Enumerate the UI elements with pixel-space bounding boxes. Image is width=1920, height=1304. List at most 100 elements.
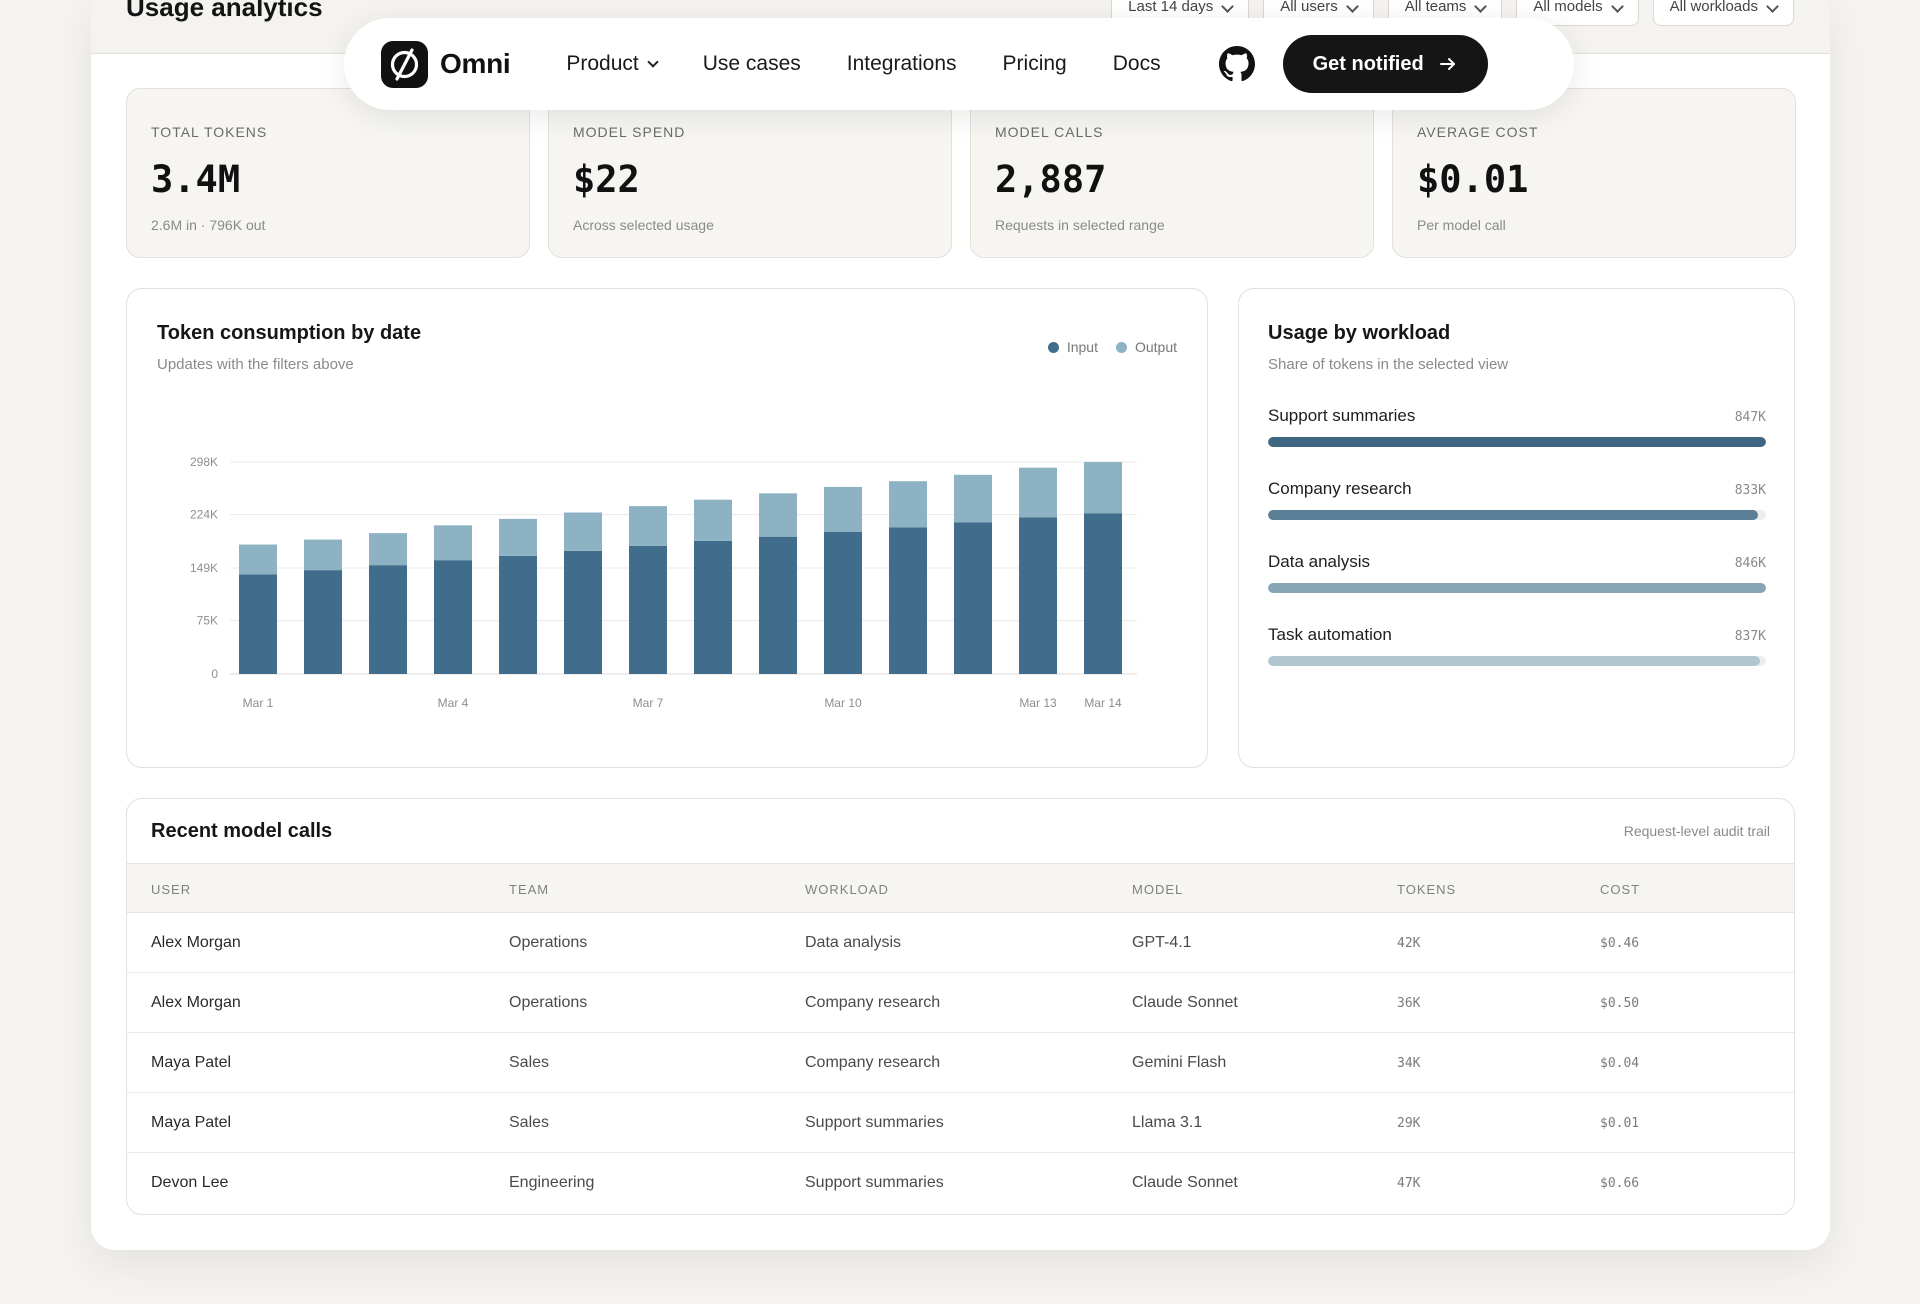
cell-tokens: 36K bbox=[1397, 996, 1421, 1011]
table-body: Alex Morgan Operations Data analysis GPT… bbox=[127, 913, 1794, 1213]
nav-links: Product Use cases Integrations Pricing D… bbox=[566, 52, 1160, 76]
nav-link-label: Docs bbox=[1112, 52, 1161, 75]
bar-segment-input bbox=[564, 550, 602, 674]
arrow-right-icon bbox=[1439, 58, 1455, 70]
cell-team: Operations bbox=[509, 994, 588, 1011]
table-row[interactable]: Maya Patel Sales Company research Gemini… bbox=[127, 1033, 1794, 1093]
y-tick-label: 224K bbox=[190, 508, 218, 522]
bar-segment-output bbox=[954, 474, 992, 523]
kpi-average-cost: Average cost $0.01 Per model call bbox=[1392, 88, 1796, 258]
bar-segment-output bbox=[759, 493, 797, 537]
kpi-value: $22 bbox=[573, 158, 640, 201]
bar-segment-output bbox=[304, 539, 342, 571]
cell-user: Alex Morgan bbox=[151, 934, 241, 951]
bar-segment-input bbox=[889, 527, 927, 674]
chevron-down-icon bbox=[647, 55, 659, 68]
cell-user: Maya Patel bbox=[151, 1114, 232, 1131]
kpi-label: Total tokens bbox=[151, 124, 268, 140]
recent-calls-card: Recent model calls Request-level audit t… bbox=[126, 798, 1795, 1215]
workload-title: Usage by workload bbox=[1268, 322, 1451, 344]
workload-value: 847K bbox=[1734, 410, 1766, 425]
table-row[interactable]: Devon Lee Engineering Support summaries … bbox=[127, 1153, 1794, 1213]
chevron-down-icon bbox=[1221, 0, 1235, 13]
column-header-workload: Workload bbox=[805, 882, 889, 897]
workload-value: 833K bbox=[1734, 483, 1766, 498]
workload-value: 846K bbox=[1734, 556, 1766, 571]
chevron-down-icon bbox=[1345, 0, 1359, 13]
x-tick-label: Mar 1 bbox=[243, 696, 274, 710]
bar-segment-input bbox=[694, 540, 732, 674]
workload-bar-track bbox=[1268, 437, 1766, 447]
brand-logo[interactable]: Omni bbox=[381, 40, 511, 88]
workload-bar-fill bbox=[1268, 437, 1766, 447]
kpi-subtext: Requests in selected range bbox=[995, 217, 1165, 233]
cell-cost: $0.04 bbox=[1600, 1056, 1640, 1071]
cell-model: Claude Sonnet bbox=[1132, 1174, 1238, 1191]
get-notified-button[interactable]: Get notified bbox=[1282, 35, 1488, 93]
table-note: Request-level audit trail bbox=[1623, 823, 1770, 839]
filter-workloads[interactable]: All workloads bbox=[1652, 0, 1794, 26]
bar-segment-output bbox=[629, 506, 667, 546]
kpi-subtext: Per model call bbox=[1417, 217, 1506, 233]
workload-value: 837K bbox=[1734, 629, 1766, 644]
nav-link-label: Pricing bbox=[1002, 52, 1067, 75]
cell-workload: Data analysis bbox=[805, 934, 902, 951]
table-row[interactable]: Maya Patel Sales Support summaries Llama… bbox=[127, 1093, 1794, 1153]
filter-label: Last 14 days bbox=[1128, 0, 1214, 15]
table-header: User Team Workload Model Tokens Cost bbox=[127, 863, 1794, 913]
cell-user: Alex Morgan bbox=[151, 994, 241, 1011]
bar-segment-output bbox=[889, 481, 927, 528]
workload-item: Task automation 837K bbox=[1268, 625, 1766, 698]
table-row[interactable]: Alex Morgan Operations Data analysis GPT… bbox=[127, 913, 1794, 973]
bar-segment-output bbox=[564, 512, 602, 551]
bar-segment-input bbox=[629, 545, 667, 674]
nav-link-label: Use cases bbox=[702, 52, 801, 75]
workload-name: Task automation bbox=[1268, 625, 1392, 644]
kpi-model-spend: Model spend $22 Across selected usage bbox=[548, 88, 952, 258]
bar-segment-output bbox=[434, 525, 472, 561]
cell-cost: $0.66 bbox=[1600, 1176, 1640, 1191]
token-chart-card: Token consumption by date Updates with t… bbox=[126, 288, 1208, 768]
cell-workload: Company research bbox=[805, 994, 941, 1011]
top-navigation: Omni Product Use cases Integrations Pric… bbox=[344, 18, 1574, 110]
dashboard-panel: Usage analytics Last 14 days All users A… bbox=[91, 0, 1830, 1250]
kpi-subtext: Across selected usage bbox=[573, 217, 714, 233]
github-icon[interactable] bbox=[1218, 46, 1255, 82]
bar-segment-input bbox=[304, 570, 342, 674]
page-title: Usage analytics bbox=[126, 0, 323, 22]
nav-link-integrations[interactable]: Integrations bbox=[847, 52, 957, 76]
workload-card: Usage by workload Share of tokens in the… bbox=[1238, 288, 1795, 768]
nav-link-docs[interactable]: Docs bbox=[1113, 52, 1161, 76]
bar-segment-output bbox=[694, 499, 732, 541]
omni-logo-icon bbox=[381, 40, 428, 88]
kpi-total-tokens: Total tokens 3.4M 2.6M in · 796K out bbox=[126, 88, 530, 258]
y-tick-label: 75K bbox=[197, 614, 218, 628]
bar-segment-input bbox=[824, 531, 862, 674]
x-tick-label: Mar 4 bbox=[438, 696, 469, 710]
workload-subtitle: Share of tokens in the selected view bbox=[1268, 356, 1509, 373]
nav-link-use-cases[interactable]: Use cases bbox=[703, 52, 801, 76]
bar-segment-input bbox=[499, 555, 537, 674]
bar-segment-output bbox=[1019, 467, 1057, 518]
y-tick-label: 0 bbox=[211, 667, 218, 681]
column-header-team: Team bbox=[509, 882, 550, 897]
x-tick-label: Mar 14 bbox=[1084, 696, 1122, 710]
filter-label: All teams bbox=[1404, 0, 1467, 15]
column-header-user: User bbox=[151, 882, 192, 897]
brand-name: Omni bbox=[440, 48, 511, 79]
cell-cost: $0.50 bbox=[1600, 996, 1640, 1011]
table-row[interactable]: Alex Morgan Operations Company research … bbox=[127, 973, 1794, 1033]
cell-workload: Company research bbox=[805, 1054, 941, 1071]
nav-link-pricing[interactable]: Pricing bbox=[1003, 52, 1067, 76]
y-tick-label: 149K bbox=[190, 561, 218, 575]
nav-link-label: Integrations bbox=[846, 52, 957, 75]
cell-tokens: 47K bbox=[1397, 1176, 1421, 1191]
x-tick-label: Mar 13 bbox=[1019, 696, 1057, 710]
kpi-label: Model calls bbox=[995, 124, 1104, 140]
kpi-value: 2,887 bbox=[995, 158, 1107, 201]
kpi-subtext: 2.6M in · 796K out bbox=[151, 217, 266, 233]
bar-segment-input bbox=[239, 574, 277, 674]
nav-link-product[interactable]: Product bbox=[566, 52, 659, 76]
kpi-value: $0.01 bbox=[1417, 158, 1529, 201]
bar-segment-input bbox=[759, 536, 797, 674]
